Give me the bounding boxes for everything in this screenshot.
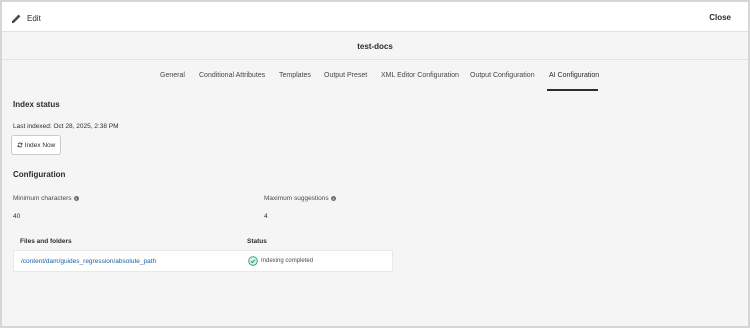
files-column-header: Files and folders: [20, 238, 72, 245]
min-characters-label-wrap: Minimum characters i: [13, 195, 79, 202]
file-path-link[interactable]: /content/dam/guides_regression/absolute_…: [21, 258, 156, 265]
max-suggestions-value: 4: [264, 213, 268, 220]
tab-ai-configuration[interactable]: AI Configuration: [549, 72, 599, 79]
tab-templates[interactable]: Templates: [279, 72, 311, 79]
max-suggestions-label: Maximum suggestions: [264, 195, 329, 202]
table-row: /content/dam/guides_regression/absolute_…: [13, 250, 393, 272]
min-characters-label: Minimum characters: [13, 195, 72, 202]
close-button[interactable]: Close: [709, 13, 731, 22]
index-now-button[interactable]: Index Now: [11, 135, 61, 155]
dialog-frame: Edit Close test-docs General Conditional…: [0, 0, 750, 328]
max-suggestions-label-wrap: Maximum suggestions i: [264, 195, 336, 202]
min-characters-value: 40: [13, 213, 21, 220]
tab-bar: General Conditional Attributes Templates…: [2, 72, 748, 91]
tab-general[interactable]: General: [160, 72, 185, 79]
edit-label: Edit: [27, 13, 41, 23]
document-title: test-docs: [357, 42, 393, 51]
check-circle-icon: [248, 256, 258, 266]
edit-button[interactable]: Edit: [11, 10, 41, 26]
top-bar: Edit Close: [2, 2, 748, 32]
tab-output-configuration[interactable]: Output Configuration: [470, 72, 535, 79]
index-status-heading: Index status: [13, 100, 60, 109]
status-column-header: Status: [247, 238, 267, 245]
status-text: Indexing completed: [261, 258, 314, 264]
tab-xml-editor-configuration[interactable]: XML Editor Configuration: [381, 72, 459, 79]
refresh-icon: [17, 142, 23, 148]
active-tab-indicator: [547, 89, 598, 91]
index-now-label: Index Now: [24, 141, 56, 149]
info-icon[interactable]: i: [330, 195, 336, 201]
indexed-files-table: Files and folders Status /content/dam/gu…: [13, 235, 393, 272]
title-bar: test-docs: [2, 32, 748, 60]
last-indexed-text: Last indexed: Oct 28, 2025, 2:38 PM: [13, 123, 119, 130]
tab-conditional-attributes[interactable]: Conditional Attributes: [199, 72, 265, 79]
info-icon[interactable]: i: [73, 195, 79, 201]
tab-output-preset[interactable]: Output Preset: [324, 72, 367, 79]
pencil-icon: [11, 14, 21, 23]
configuration-heading: Configuration: [13, 170, 66, 179]
status-cell: Indexing completed: [248, 256, 313, 266]
